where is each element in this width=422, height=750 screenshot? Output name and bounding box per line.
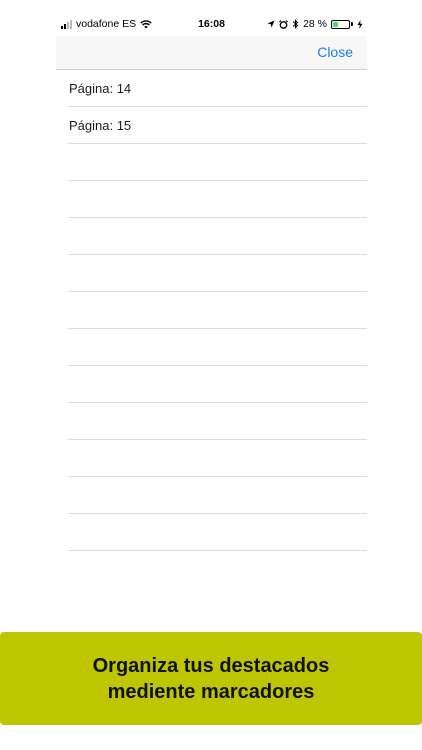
bookmark-label: Página: 14: [69, 81, 132, 96]
promo-banner: Organiza tus destacados mediente marcado…: [0, 632, 422, 725]
location-icon: [267, 20, 275, 28]
alarm-icon: [279, 19, 288, 29]
battery-icon: [331, 19, 350, 29]
bluetooth-icon: [292, 19, 299, 29]
battery-fill: [333, 21, 338, 27]
battery-tip: [351, 22, 353, 26]
bookmark-label: Página: 15: [69, 118, 132, 133]
empty-row: [56, 218, 367, 255]
empty-row: [56, 329, 367, 366]
bookmark-row[interactable]: Página: 14: [56, 70, 367, 107]
promo-text: Organiza tus destacados mediente marcado…: [92, 654, 330, 703]
empty-row: [56, 181, 367, 218]
empty-row: [56, 514, 367, 551]
charging-icon: [357, 19, 363, 29]
empty-row: [56, 477, 367, 514]
empty-row: [56, 255, 367, 292]
battery-percent: 28 %: [303, 18, 327, 30]
empty-row: [56, 292, 367, 329]
empty-row: [56, 403, 367, 440]
status-right: 28 %: [267, 18, 363, 30]
empty-row: [56, 366, 367, 403]
empty-row: [56, 440, 367, 477]
app-screen: vodafone ES 16:08 28 % Close Página: 14 …: [56, 14, 367, 614]
bookmark-row[interactable]: Página: 15: [56, 107, 367, 144]
close-button[interactable]: Close: [317, 44, 353, 60]
status-bar: vodafone ES 16:08 28 %: [56, 14, 367, 36]
bookmark-list: Página: 14 Página: 15: [56, 70, 367, 551]
empty-row: [56, 144, 367, 181]
navigation-bar: Close: [56, 36, 367, 70]
